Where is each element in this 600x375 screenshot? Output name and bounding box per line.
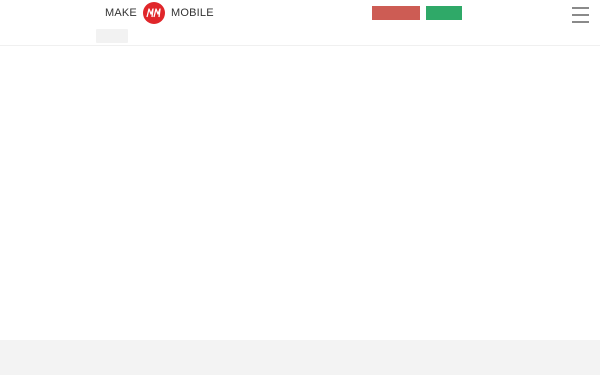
green-header-button[interactable] [426, 6, 462, 20]
site-header: MAKE MOBILE [0, 0, 600, 46]
hamburger-menu-icon[interactable] [571, 7, 591, 23]
menu-bar-top [572, 7, 589, 9]
menu-bar-bottom [572, 21, 589, 23]
page-footer [0, 340, 600, 375]
loading-placeholder-tab[interactable] [96, 29, 128, 43]
mm-logo-badge-icon [142, 2, 165, 24]
menu-bar-middle [572, 14, 589, 16]
main-content [0, 46, 600, 340]
logo-right-text: MOBILE [170, 7, 214, 19]
mm-monogram-icon [146, 8, 161, 18]
page: MAKE MOBILE [0, 0, 600, 375]
red-header-button[interactable] [372, 6, 420, 20]
logo-left-text: MAKE [105, 7, 137, 19]
site-logo[interactable]: MAKE MOBILE [105, 1, 214, 25]
